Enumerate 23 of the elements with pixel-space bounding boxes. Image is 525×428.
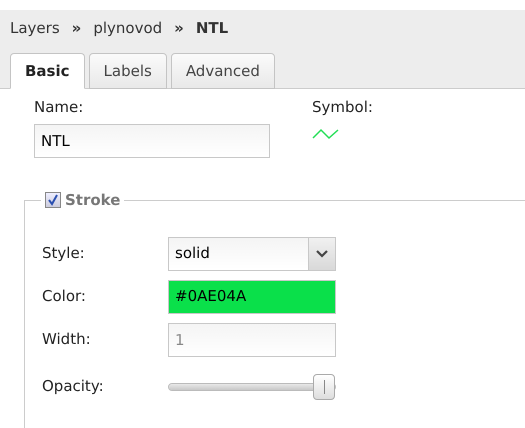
slider-thumb[interactable] <box>313 374 335 400</box>
stroke-legend: Stroke <box>65 188 120 211</box>
separator: » <box>174 18 184 39</box>
tab[interactable]: Advanced <box>170 53 275 89</box>
chevron-down-icon <box>308 238 335 270</box>
color-field[interactable]: #0AE04A <box>168 280 336 314</box>
tab[interactable]: Basic <box>10 53 85 89</box>
tab[interactable]: Labels <box>88 53 167 89</box>
style-dropdown[interactable]: solid <box>168 236 336 270</box>
opacity-slider[interactable] <box>168 374 336 400</box>
field-label: Width: <box>42 329 92 350</box>
breadcrumb-item[interactable]: plynovod <box>93 16 162 40</box>
width-field[interactable]: 1 <box>168 322 336 356</box>
breadcrumb-item[interactable]: Layers <box>10 16 60 40</box>
stroke-checkbox[interactable] <box>45 192 61 208</box>
field-label: Color: <box>42 286 87 308</box>
breadcrumb-item: NTL <box>196 18 228 39</box>
separator: » <box>72 18 82 39</box>
name-field[interactable]: NTL <box>34 124 270 158</box>
name-label: Name: <box>34 97 84 118</box>
field-label: Opacity: <box>42 376 105 398</box>
symbol-label: Symbol: <box>312 97 373 118</box>
field-label: Style: <box>42 243 86 264</box>
